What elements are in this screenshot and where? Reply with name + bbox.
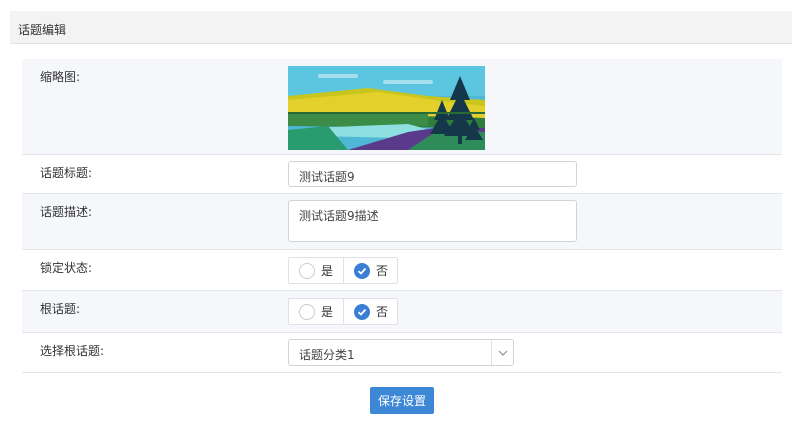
lock-status-radio-group: 是 否 bbox=[288, 257, 398, 284]
description-textarea[interactable]: 测试话题9描述 bbox=[288, 200, 577, 242]
radio-unchecked-icon bbox=[299, 262, 315, 279]
lock-status-no-label: 否 bbox=[376, 264, 389, 278]
root-topic-no-option[interactable]: 否 bbox=[343, 299, 397, 324]
title-input[interactable]: 测试话题9 bbox=[288, 161, 577, 187]
description-label: 话题描述: bbox=[40, 205, 93, 219]
page-header: 话题编辑 bbox=[10, 11, 792, 44]
thumbnail-row: 缩略图: bbox=[22, 59, 782, 155]
chevron-down-icon[interactable] bbox=[491, 340, 513, 365]
thumbnail-image[interactable] bbox=[288, 66, 485, 150]
lock-status-yes-label: 是 bbox=[321, 264, 334, 278]
topic-edit-form: 缩略图: 话题标题: 测试话题9 话题描述: 测试话题9描述 锁定状态: 是 否… bbox=[22, 59, 782, 373]
check-icon bbox=[354, 262, 370, 279]
lock-status-label: 锁定状态: bbox=[40, 261, 93, 275]
root-topic-yes-option[interactable]: 是 bbox=[289, 299, 343, 324]
lock-status-row: 锁定状态: 是 否 bbox=[22, 250, 782, 291]
root-topic-yes-label: 是 bbox=[321, 305, 334, 319]
select-root-label: 选择根话题: bbox=[40, 344, 105, 358]
title-label: 话题标题: bbox=[40, 166, 93, 180]
radio-unchecked-icon bbox=[299, 303, 315, 320]
select-root-row: 选择根话题: 话题分类1 bbox=[22, 333, 782, 373]
lock-status-yes-option[interactable]: 是 bbox=[289, 258, 343, 283]
root-topic-select[interactable]: 话题分类1 bbox=[288, 339, 514, 366]
title-row: 话题标题: 测试话题9 bbox=[22, 155, 782, 194]
save-settings-button[interactable]: 保存设置 bbox=[370, 387, 434, 414]
root-topic-radio-group: 是 否 bbox=[288, 298, 398, 325]
description-row: 话题描述: 测试话题9描述 bbox=[22, 194, 782, 250]
root-topic-no-label: 否 bbox=[376, 305, 389, 319]
thumbnail-label: 缩略图: bbox=[40, 70, 81, 84]
lock-status-no-option[interactable]: 否 bbox=[343, 258, 397, 283]
page-title: 话题编辑 bbox=[18, 23, 67, 37]
root-topic-row: 根话题: 是 否 bbox=[22, 291, 782, 333]
root-topic-label: 根话题: bbox=[40, 302, 81, 316]
landscape-thumbnail bbox=[288, 66, 485, 150]
root-topic-select-value: 话题分类1 bbox=[299, 348, 355, 362]
check-icon bbox=[354, 303, 370, 320]
